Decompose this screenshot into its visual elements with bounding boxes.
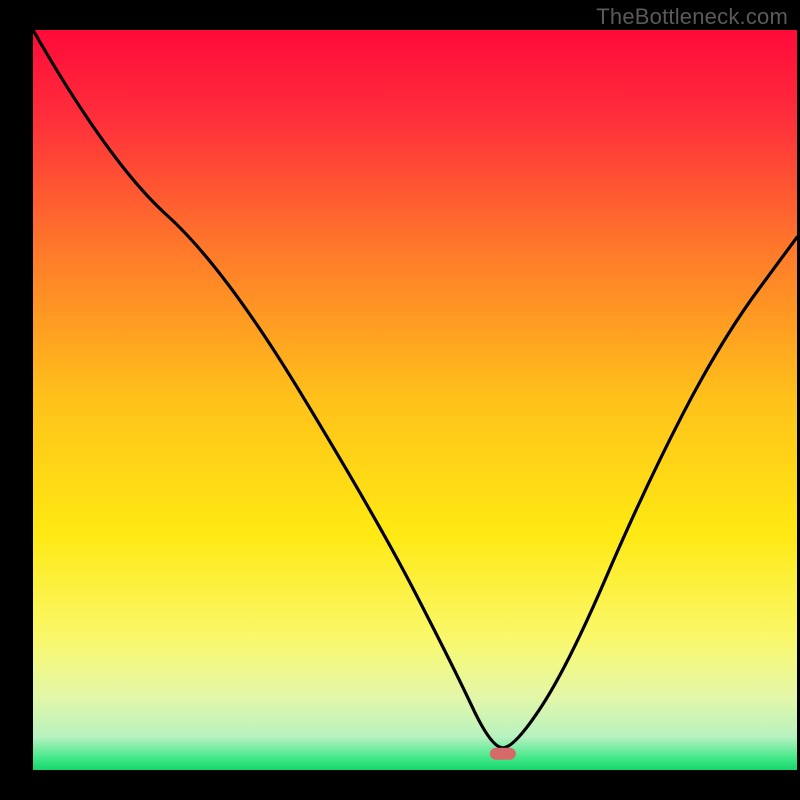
watermark-text: TheBottleneck.com: [596, 4, 788, 30]
chart-frame: TheBottleneck.com: [0, 0, 800, 800]
bottleneck-chart: [0, 0, 800, 800]
plot-background: [33, 30, 797, 770]
optimal-marker: [490, 748, 516, 760]
